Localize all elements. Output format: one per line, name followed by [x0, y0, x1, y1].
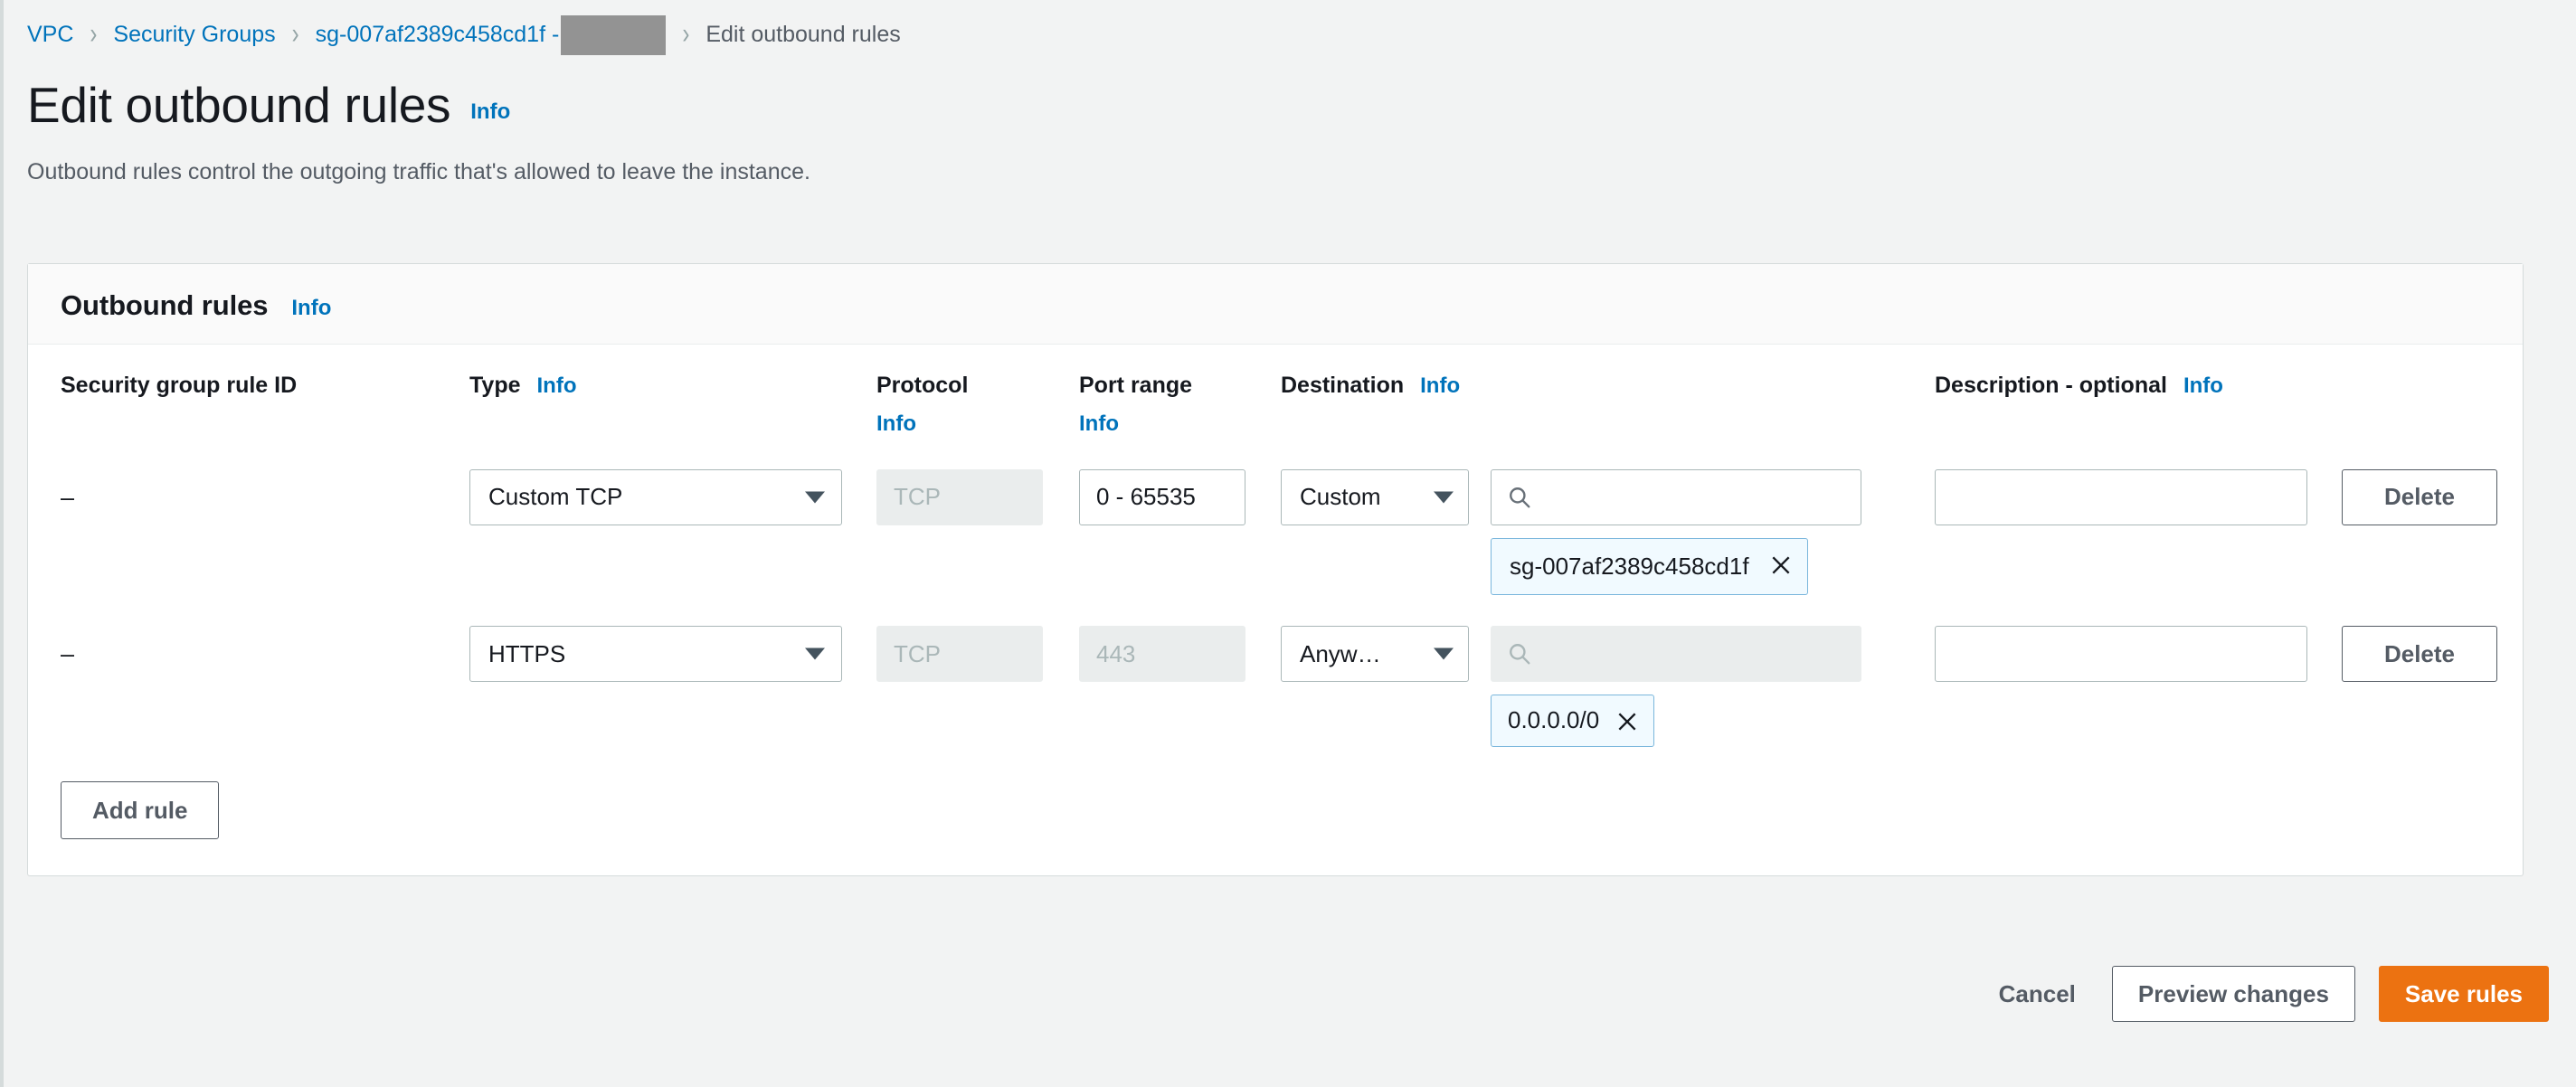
page-left-edge — [0, 0, 4, 1087]
destination-search-input — [1491, 626, 1861, 683]
column-header-destination: Destination Info — [1281, 372, 1935, 400]
close-icon[interactable] — [1615, 710, 1639, 733]
column-port-range-info-link[interactable]: Info — [1079, 411, 1119, 438]
footer-actions: Cancel Preview changes Save rules — [1986, 966, 2549, 1022]
rule-protocol-cell: TCP — [876, 468, 1079, 525]
rule-port-range-cell: 0 - 65535 — [1079, 468, 1281, 525]
destination-kind-select[interactable]: Anyw… — [1281, 626, 1469, 683]
chevron-down-icon — [805, 491, 825, 503]
column-header-protocol-label: Protocol — [876, 373, 969, 398]
port-range-value: 0 - 65535 — [1096, 483, 1196, 510]
breadcrumb-separator-icon: › — [291, 17, 299, 51]
chevron-down-icon — [1434, 491, 1454, 503]
column-header-port-range-label: Port range — [1079, 373, 1193, 398]
rule-id-value: – — [61, 640, 75, 668]
destination-search-input[interactable] — [1491, 468, 1861, 525]
column-description-info-link[interactable]: Info — [2183, 373, 2223, 398]
card-info-link[interactable]: Info — [291, 296, 331, 321]
add-rule-button[interactable]: Add rule — [61, 781, 220, 840]
column-header-description-label: Description - optional — [1935, 373, 2167, 398]
type-select-value: Custom TCP — [488, 483, 623, 510]
port-range-input[interactable]: 0 - 65535 — [1079, 468, 1245, 525]
rules-table-header: Security group rule ID Type Info Protocol… — [28, 345, 2523, 439]
breadcrumb: VPC › Security Groups › sg-007af2389c458… — [0, 0, 2576, 55]
close-icon[interactable] — [1769, 553, 1793, 577]
save-rules-button[interactable]: Save rules — [2378, 966, 2549, 1022]
type-select[interactable]: HTTPS — [469, 626, 842, 683]
rule-actions-cell: Delete — [2342, 468, 2523, 525]
column-header-rule-id: Security group rule ID — [61, 373, 298, 398]
protocol-value: TCP — [894, 639, 941, 667]
table-row: – HTTPS TCP 443 Anyw… 0.0.0.0/0 Delete — [28, 626, 2523, 748]
breadcrumb-separator-icon: › — [682, 17, 690, 51]
column-type-info-link[interactable]: Info — [537, 373, 577, 398]
protocol-value: TCP — [894, 483, 941, 510]
rules-table: Security group rule ID Type Info Protocol… — [28, 345, 2523, 875]
column-header-type-label: Type — [469, 373, 521, 398]
page-description: Outbound rules control the outgoing traf… — [27, 158, 810, 184]
column-header-description: Description - optional Info — [1935, 372, 2342, 400]
rule-type-cell: HTTPS — [469, 626, 876, 683]
delete-button[interactable]: Delete — [2342, 468, 2497, 525]
port-range-field: 443 — [1079, 626, 1245, 683]
preview-changes-button[interactable]: Preview changes — [2111, 966, 2355, 1022]
breadcrumb-item-vpc[interactable]: VPC — [27, 22, 73, 48]
rule-description-cell — [1935, 468, 2342, 525]
destination-kind-select[interactable]: Custom — [1281, 468, 1469, 525]
destination-search-group: sg-007af2389c458cd1f — [1491, 468, 1861, 596]
rule-protocol-cell: TCP — [876, 626, 1079, 683]
description-input[interactable] — [1935, 468, 2307, 525]
rule-description-cell — [1935, 626, 2342, 683]
destination-token[interactable]: sg-007af2389c458cd1f — [1491, 537, 1808, 596]
column-header-type: Type Info — [469, 372, 876, 400]
breadcrumb-item-security-group[interactable]: sg-007af2389c458cd1f - — [316, 14, 667, 55]
destination-kind-value: Anyw… — [1300, 639, 1381, 667]
description-input[interactable] — [1935, 626, 2307, 683]
rule-id-cell: – — [61, 469, 469, 525]
rule-actions-cell: Delete — [2342, 626, 2523, 683]
breadcrumb-separator-icon: › — [90, 17, 98, 51]
search-icon — [1510, 644, 1530, 665]
delete-button[interactable]: Delete — [2342, 626, 2497, 683]
destination-search-group: 0.0.0.0/0 — [1491, 626, 1861, 748]
rule-destination-cell: Anyw… 0.0.0.0/0 — [1281, 626, 1935, 748]
column-destination-info-link[interactable]: Info — [1420, 373, 1460, 398]
column-protocol-info-link[interactable]: Info — [876, 411, 916, 438]
chevron-down-icon — [1434, 647, 1454, 660]
table-row: – Custom TCP TCP 0 - 65535 Custom sg-007… — [28, 468, 2523, 596]
cancel-button[interactable]: Cancel — [1986, 966, 2088, 1022]
port-range-value: 443 — [1096, 639, 1136, 667]
destination-kind-value: Custom — [1300, 483, 1381, 510]
breadcrumb-item-current: Edit outbound rules — [706, 21, 901, 47]
type-select-value: HTTPS — [488, 639, 566, 667]
page-info-link[interactable]: Info — [470, 99, 510, 125]
destination-token[interactable]: 0.0.0.0/0 — [1491, 695, 1655, 748]
rule-id-value: – — [61, 483, 75, 511]
card-header: Outbound rules Info — [28, 264, 2523, 345]
rule-id-cell: – — [61, 626, 469, 682]
protocol-field: TCP — [876, 626, 1043, 683]
search-icon — [1510, 487, 1530, 507]
card-title: Outbound rules — [61, 289, 269, 321]
protocol-field: TCP — [876, 468, 1043, 525]
add-rule-row: Add rule — [28, 747, 2523, 875]
column-header-port-range: Port range Info — [1079, 372, 1281, 439]
chevron-down-icon — [805, 647, 825, 660]
destination-token-label: 0.0.0.0/0 — [1508, 706, 1600, 734]
column-header-destination-label: Destination — [1281, 373, 1405, 398]
rule-type-cell: Custom TCP — [469, 468, 876, 525]
page-header: Edit outbound rules Info Outbound rules … — [0, 43, 2576, 188]
column-header-protocol: Protocol Info — [876, 372, 1079, 439]
breadcrumb-item-security-groups[interactable]: Security Groups — [113, 22, 275, 48]
type-select[interactable]: Custom TCP — [469, 468, 842, 525]
rule-port-range-cell: 443 — [1079, 626, 1281, 683]
page-title: Edit outbound rules — [27, 77, 451, 133]
rule-destination-cell: Custom sg-007af2389c458cd1f — [1281, 468, 1935, 596]
outbound-rules-card: Outbound rules Info Security group rule … — [27, 263, 2524, 877]
redacted-block — [561, 15, 667, 55]
breadcrumb-item-security-group-label[interactable]: sg-007af2389c458cd1f - — [316, 22, 560, 48]
destination-token-label: sg-007af2389c458cd1f — [1510, 552, 1749, 580]
